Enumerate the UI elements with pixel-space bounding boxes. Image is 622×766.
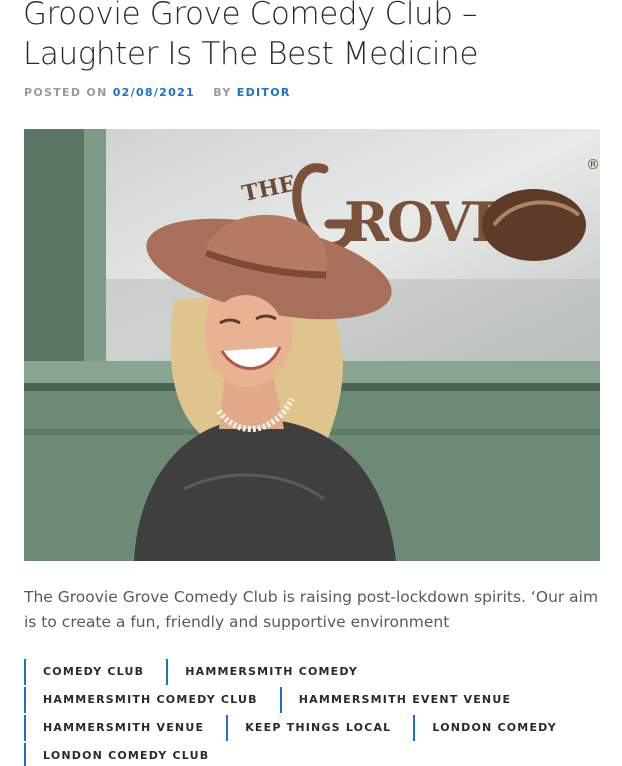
post-meta: POSTED ON 02/08/2021 BY EDITOR (24, 86, 291, 99)
tag-link[interactable]: LONDON COMEDY (413, 715, 578, 741)
by-label: BY (213, 86, 232, 99)
tag-link[interactable]: HAMMERSMITH VENUE (24, 715, 226, 741)
featured-image: THE ROVE ® (24, 129, 600, 561)
tag-link[interactable]: HAMMERSMITH EVENT VENUE (279, 687, 533, 713)
tag-link[interactable]: HAMMERSMITH COMEDY (166, 659, 380, 685)
tag-link[interactable]: COMEDY CLUB (24, 659, 166, 685)
posted-on-label: POSTED ON (24, 86, 108, 99)
registered-mark: ® (586, 157, 600, 173)
post-excerpt: The Groovie Grove Comedy Club is raising… (24, 588, 599, 631)
post-date-link[interactable]: 02/08/2021 (113, 86, 195, 99)
tag-link[interactable]: LONDON COMEDY CLUB (24, 743, 231, 766)
post-title: Groovie Grove Comedy Club – Laughter Is … (23, 0, 479, 72)
tag-link[interactable]: HAMMERSMITH COMEDY CLUB (24, 687, 280, 713)
author-link[interactable]: EDITOR (237, 86, 291, 99)
tag-list: COMEDY CLUB HAMMERSMITH COMEDY HAMMERSMI… (24, 658, 614, 766)
tag-link[interactable]: KEEP THINGS LOCAL (226, 715, 413, 741)
